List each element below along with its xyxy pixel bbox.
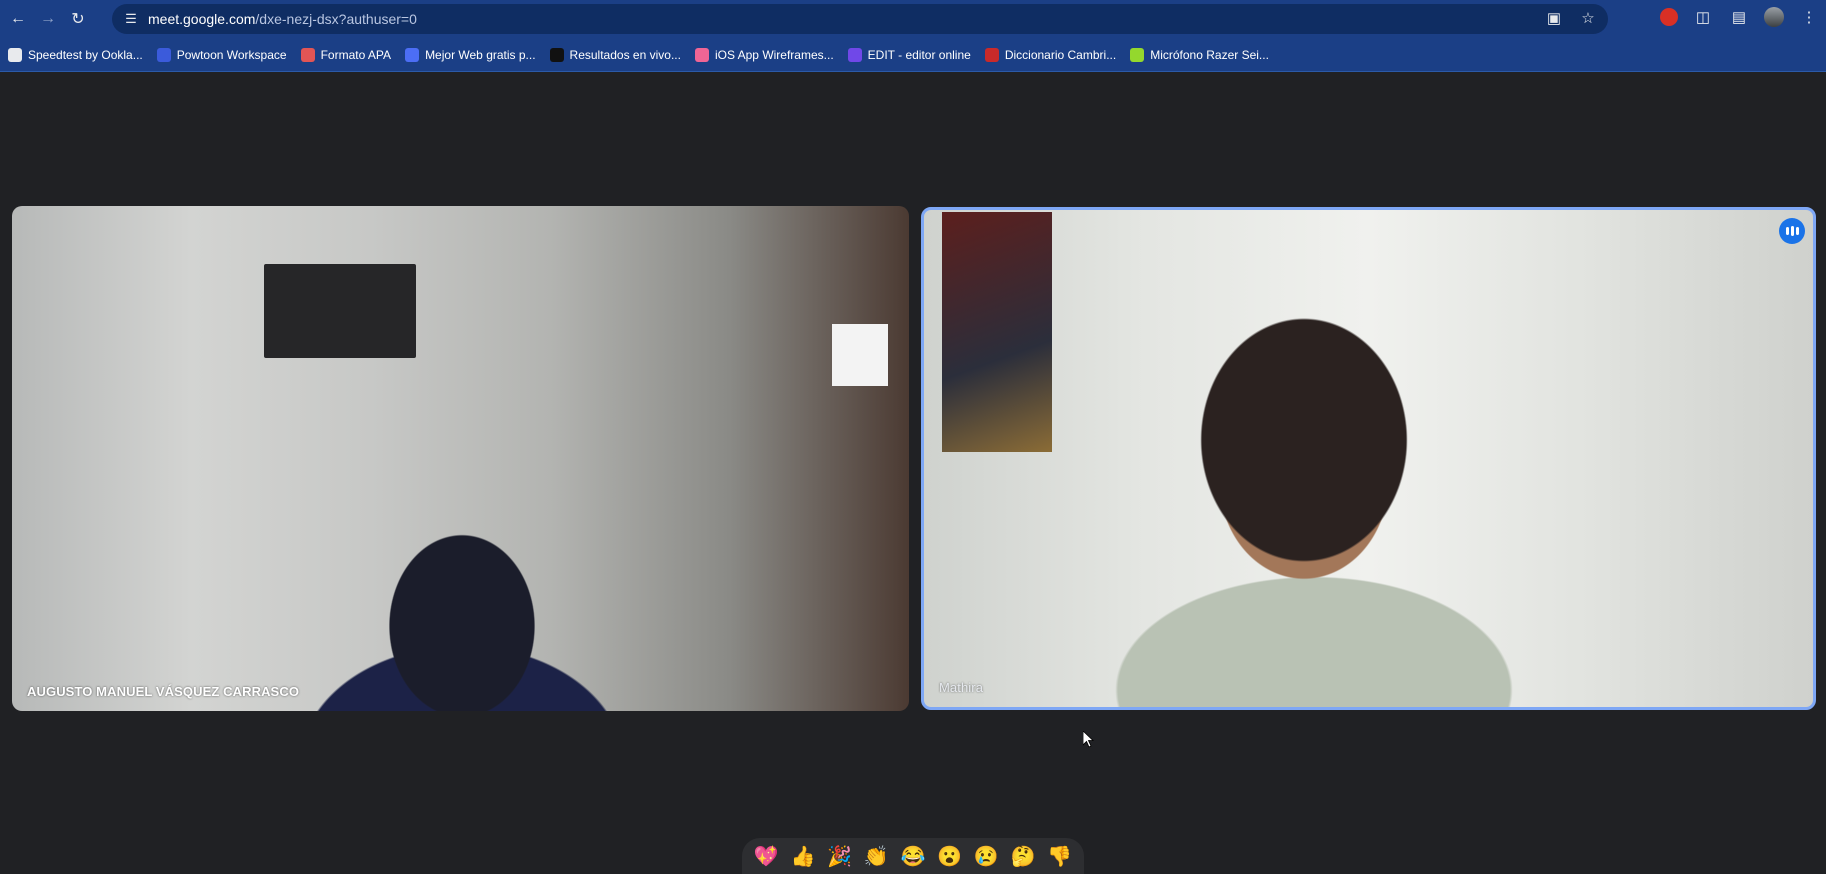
bookmark-favicon-icon	[847, 47, 862, 62]
bookmark-label: Speedtest by Ookla...	[28, 47, 143, 62]
background-poster	[942, 212, 1052, 452]
bookmark-item[interactable]: Diccionario Cambri...	[984, 47, 1117, 62]
bookmark-item[interactable]: Speedtest by Ookla...	[8, 47, 143, 62]
bookmarks-bar: Speedtest by Ookla... Powtoon Workspace Fo…	[0, 38, 1826, 72]
site-settings-icon[interactable]: ☰	[120, 11, 142, 27]
bookmark-label: Mejor Web gratis p...	[425, 47, 536, 62]
bookmark-label: Micrófono Razer Sei...	[1150, 47, 1269, 62]
reaction-laugh-icon[interactable]: 😂	[898, 841, 928, 871]
speaking-indicator-icon	[1779, 218, 1805, 244]
reaction-clap-icon[interactable]: 👏	[861, 841, 891, 871]
url-path: /dxe-nezj-dsx?authuser=0	[255, 11, 417, 27]
participant-tile[interactable]: AUGUSTO MANUEL VÁSQUEZ CARRASCO	[12, 206, 909, 711]
reaction-thumbs-down-icon[interactable]: 👎	[1045, 841, 1075, 871]
bookmark-label: iOS App Wireframes...	[714, 47, 834, 62]
reload-icon[interactable]: ↻	[66, 7, 90, 31]
extension-icon[interactable]	[1660, 8, 1678, 26]
browser-menu-icon[interactable]: ⋮	[1798, 8, 1820, 26]
reaction-thumbs-up-icon[interactable]: 👍	[788, 841, 818, 871]
background-sign	[832, 324, 888, 386]
bookmark-item[interactable]: EDIT - editor online	[847, 47, 971, 62]
bookmark-favicon-icon	[300, 47, 315, 62]
url-host: meet.google.com	[148, 11, 256, 27]
extensions-puzzle-icon[interactable]: ◫	[1692, 8, 1714, 26]
bookmark-favicon-icon	[405, 47, 420, 62]
bookmark-label: Resultados en vivo...	[569, 47, 681, 62]
bookmark-favicon-icon	[1130, 47, 1145, 62]
participant-tile-active[interactable]: Mathira	[921, 207, 1816, 710]
bookmark-item[interactable]: Mejor Web gratis p...	[405, 47, 536, 62]
reactions-bar: 💖 👍 🎉 👏 😂 😮 😢 🤔 👎	[742, 838, 1084, 874]
bookmark-item[interactable]: Powtoon Workspace	[156, 47, 287, 62]
bookmark-favicon-icon	[984, 47, 999, 62]
back-icon[interactable]: ←	[6, 7, 30, 31]
bookmark-favicon-icon	[694, 47, 709, 62]
participant-name: AUGUSTO MANUEL VÁSQUEZ CARRASCO	[27, 684, 300, 699]
background-tv	[264, 264, 416, 358]
forward-icon[interactable]: →	[36, 7, 60, 31]
side-panel-icon[interactable]: ▤	[1728, 8, 1750, 26]
bookmark-item[interactable]: iOS App Wireframes...	[694, 47, 834, 62]
bookmark-favicon-icon	[549, 47, 564, 62]
participant-name: Mathira	[939, 680, 984, 695]
bookmark-star-icon[interactable]: ☆	[1578, 9, 1598, 27]
url-text[interactable]: meet.google.com/dxe-nezj-dsx?authuser=0	[148, 11, 417, 27]
camera-icon[interactable]: ▣	[1544, 9, 1564, 27]
reaction-party-icon[interactable]: 🎉	[825, 841, 855, 871]
bookmark-label: Formato APA	[320, 47, 392, 62]
bookmark-item[interactable]: Micrófono Razer Sei...	[1130, 47, 1269, 62]
reaction-surprised-icon[interactable]: 😮	[935, 841, 965, 871]
bookmark-favicon-icon	[8, 47, 22, 62]
bookmark-item[interactable]: Formato APA	[300, 47, 392, 62]
bookmark-favicon-icon	[156, 47, 171, 62]
reaction-sad-icon[interactable]: 😢	[971, 841, 1001, 871]
bookmark-item[interactable]: Resultados en vivo...	[549, 47, 681, 62]
address-bar[interactable]: ☰ meet.google.com/dxe-nezj-dsx?authuser=…	[112, 4, 1608, 34]
browser-toolbar: ← → ↻ ☰ meet.google.com/dxe-nezj-dsx?aut…	[0, 0, 1826, 38]
bookmark-label: Diccionario Cambri...	[1004, 47, 1117, 62]
reaction-heart-icon[interactable]: 💖	[751, 841, 781, 871]
profile-avatar[interactable]	[1764, 7, 1784, 27]
bookmark-label: Powtoon Workspace	[176, 47, 287, 62]
bookmark-label: EDIT - editor online	[867, 47, 971, 62]
reaction-thinking-icon[interactable]: 🤔	[1008, 841, 1038, 871]
